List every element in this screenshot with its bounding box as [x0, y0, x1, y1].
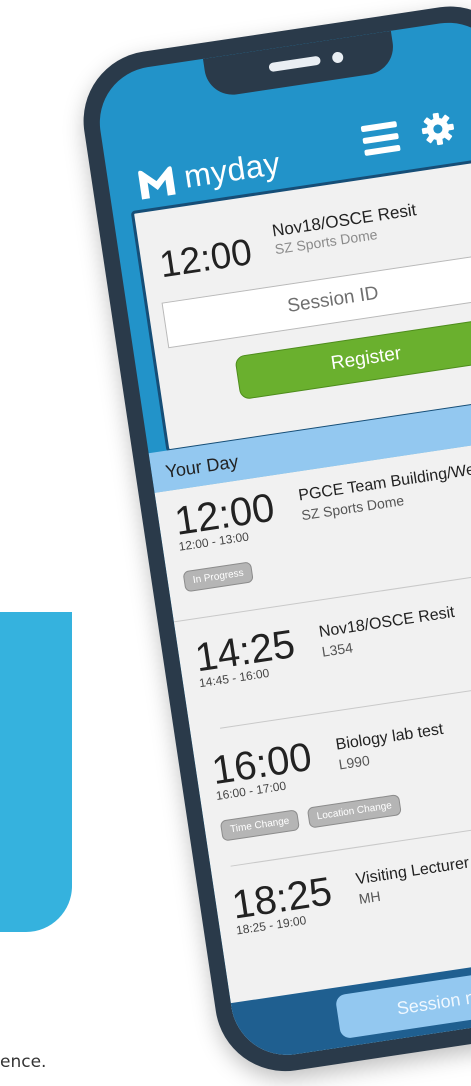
menu-icon[interactable]	[360, 121, 401, 157]
status-badge: Time Change	[219, 809, 300, 842]
session-time: 12:00	[156, 231, 255, 286]
item-location: MH	[357, 887, 382, 908]
camera-icon	[331, 51, 344, 64]
app-name: myday	[181, 144, 283, 195]
phone-mockup: myday 12:00 Nov18/OSCE Resit SZ Sports D…	[74, 0, 471, 1081]
background-caption: ence.	[0, 1052, 47, 1072]
background-accent-block	[0, 612, 72, 932]
status-badge: In Progress	[182, 561, 254, 593]
status-badge: Location Change	[306, 793, 403, 829]
item-location: L990	[337, 752, 371, 773]
myday-logo-icon	[138, 165, 176, 199]
item-title: Nov18/OSCE Resit	[317, 603, 456, 641]
day-list: 12:00 12:00 - 13:00 PGCE Team Building/W…	[154, 432, 471, 1063]
speaker-icon	[268, 55, 322, 73]
gear-icon[interactable]	[417, 108, 458, 149]
item-title: Biology lab test	[334, 720, 445, 754]
app-screen: myday 12:00 Nov18/OSCE Resit SZ Sports D…	[92, 15, 471, 1063]
item-location: L354	[320, 639, 354, 660]
item-title: Visiting Lecturer	[354, 854, 471, 889]
your-day-title: Your Day	[164, 451, 240, 482]
